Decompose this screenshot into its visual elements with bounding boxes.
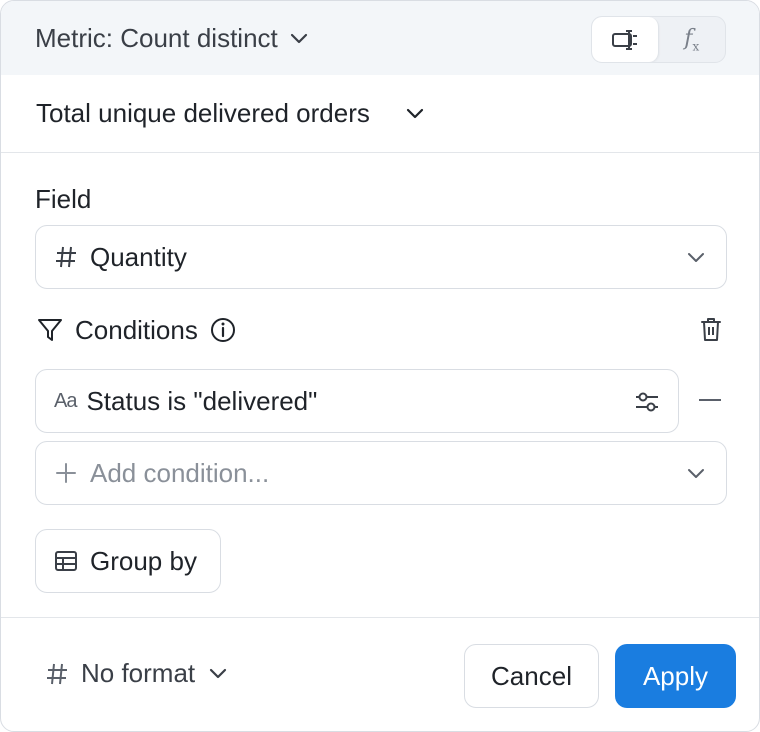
- add-condition-select[interactable]: Add condition...: [35, 441, 727, 505]
- condition-item[interactable]: Aa Status is "delivered": [35, 369, 679, 433]
- format-label: No format: [81, 658, 196, 688]
- plus-icon: [54, 461, 78, 485]
- chevron-down-icon: [686, 462, 706, 484]
- group-by-button[interactable]: Group by: [35, 529, 221, 593]
- add-condition-placeholder: Add condition...: [90, 457, 270, 488]
- mode-toggle: fx: [591, 16, 726, 63]
- column-mode-button[interactable]: [592, 17, 659, 62]
- metric-name: Total unique delivered orders: [36, 98, 370, 128]
- conditions-header: Conditions: [37, 313, 727, 347]
- field-label: Field: [35, 184, 92, 214]
- metric-name-row[interactable]: Total unique delivered orders: [1, 75, 759, 153]
- hash-icon: [54, 245, 78, 269]
- chevron-down-icon: [209, 668, 227, 680]
- column-picker-icon: [611, 28, 639, 52]
- field-select[interactable]: Quantity: [35, 225, 727, 289]
- chevron-down-icon: [290, 33, 308, 45]
- panel-footer: No format Cancel Apply: [1, 617, 759, 731]
- metric-type-dropdown[interactable]: Metric: Count distinct: [35, 23, 308, 54]
- sliders-icon[interactable]: [634, 389, 660, 415]
- remove-condition-button[interactable]: [699, 399, 721, 401]
- filter-icon: [37, 317, 63, 343]
- table-icon: [54, 549, 78, 573]
- condition-text: Status is "delivered": [86, 385, 318, 416]
- cancel-button[interactable]: Cancel: [464, 644, 599, 708]
- info-icon[interactable]: [210, 317, 236, 343]
- text-type-icon: Aa: [54, 389, 77, 412]
- format-dropdown[interactable]: No format: [45, 658, 227, 689]
- metric-editor-panel: Metric: Count distinct fx Total unique d…: [0, 0, 760, 732]
- panel-header: Metric: Count distinct fx: [1, 1, 759, 75]
- chevron-down-icon: [686, 246, 706, 268]
- conditions-label: Conditions: [75, 314, 198, 345]
- chevron-down-icon[interactable]: [406, 108, 424, 120]
- field-value: Quantity: [90, 241, 187, 272]
- hash-icon: [45, 662, 69, 686]
- function-icon: fx: [684, 25, 700, 54]
- trash-icon[interactable]: [699, 315, 723, 343]
- formula-mode-button[interactable]: fx: [659, 17, 726, 62]
- group-by-label: Group by: [90, 545, 197, 576]
- metric-type-label: Metric: Count distinct: [35, 23, 278, 53]
- apply-button[interactable]: Apply: [615, 644, 736, 708]
